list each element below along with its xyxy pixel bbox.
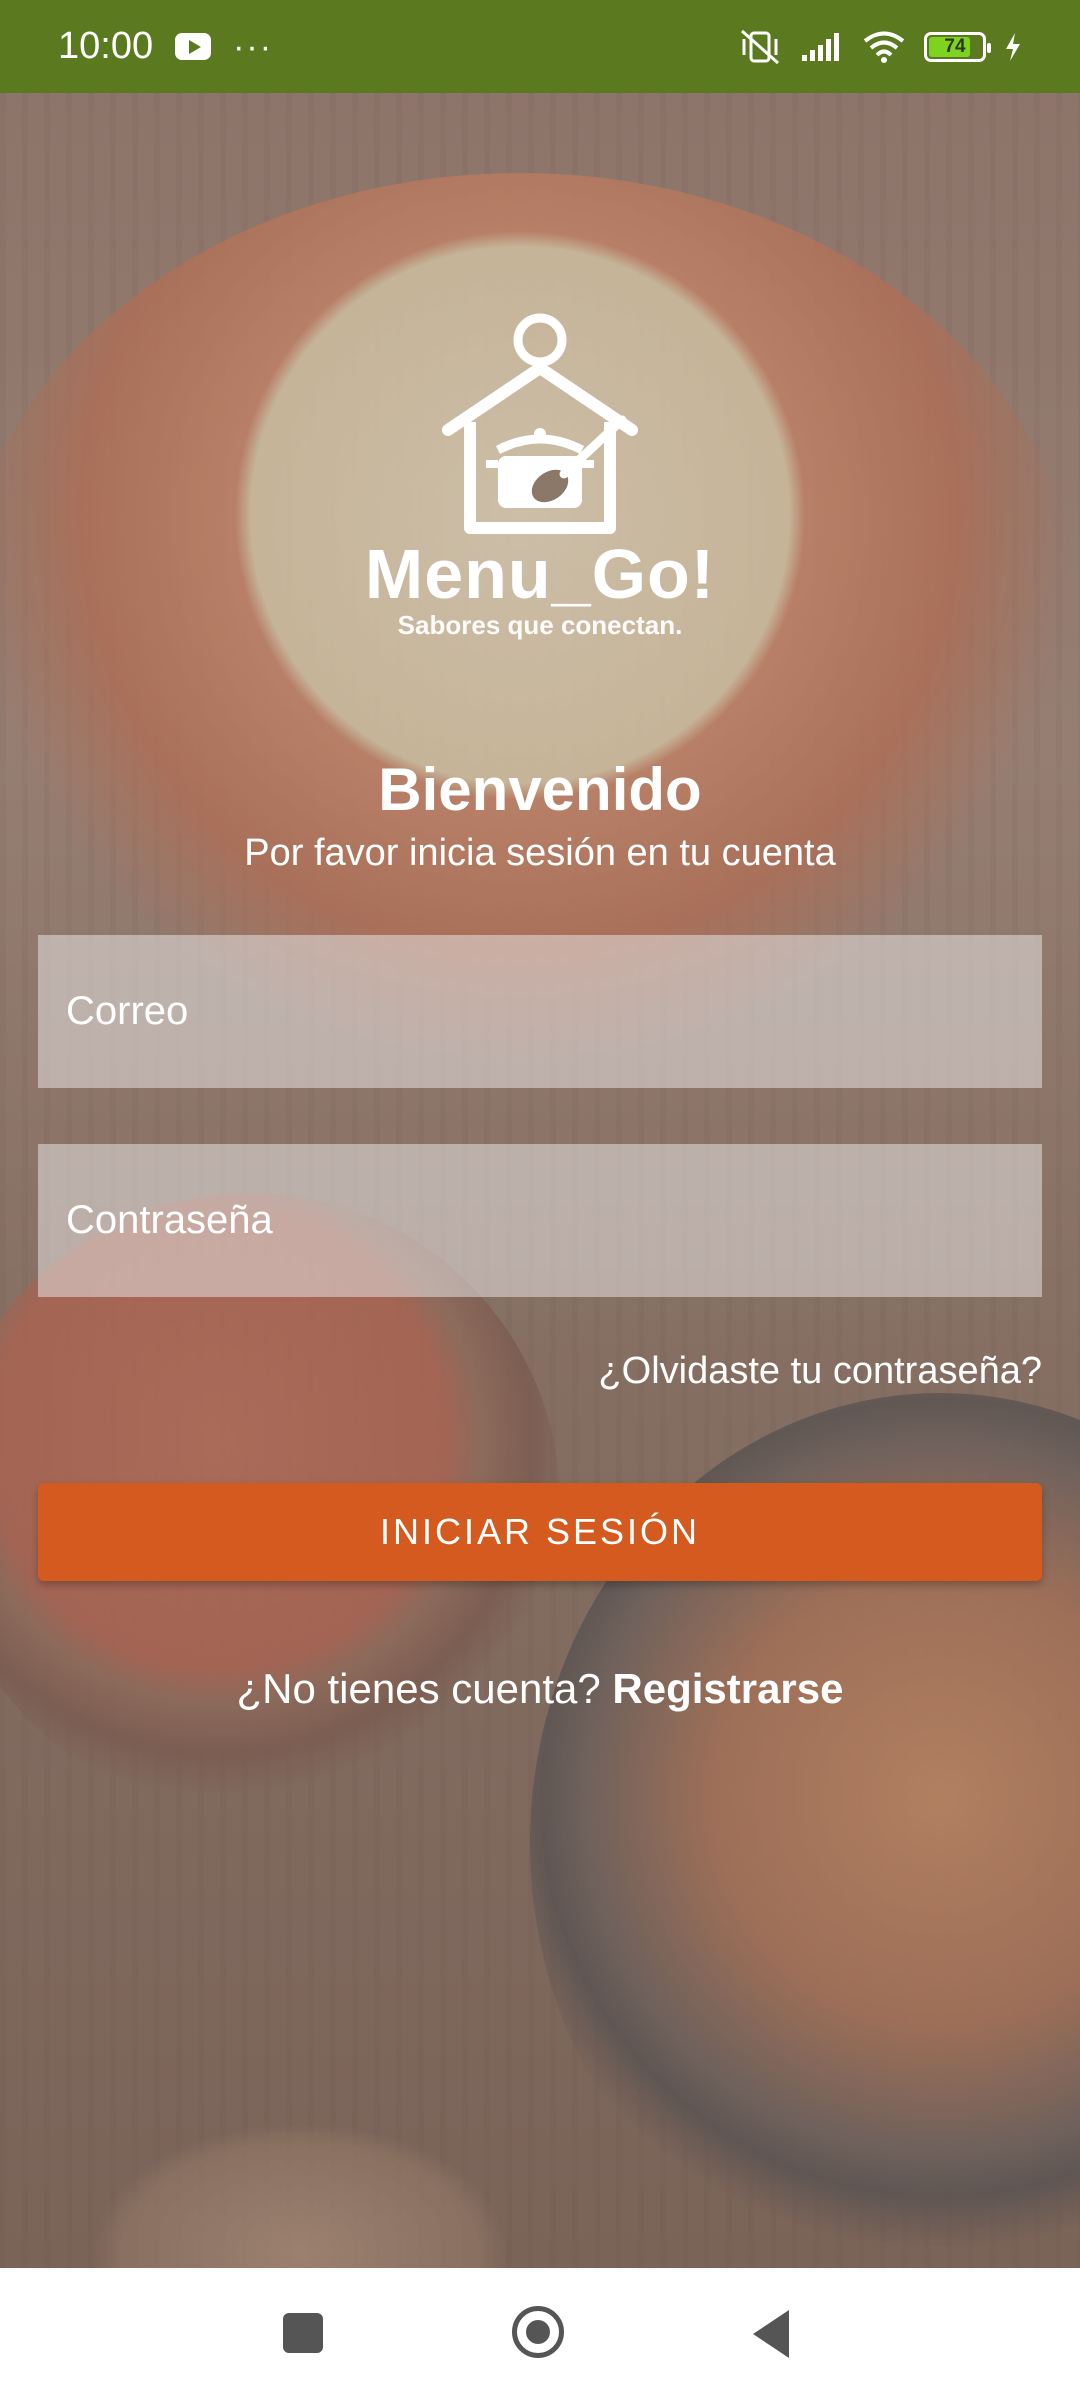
back-button[interactable]	[753, 2310, 789, 2358]
status-left: 10:00 ···	[58, 25, 273, 68]
password-field[interactable]	[38, 1144, 1042, 1297]
navigation-bar	[0, 2268, 1080, 2400]
forgot-password-link[interactable]: ¿Olvidaste tu contraseña?	[598, 1350, 1042, 1393]
register-link[interactable]: Registrarse	[612, 1665, 843, 1712]
status-right: 74	[738, 29, 1022, 65]
email-field[interactable]	[38, 935, 1042, 1088]
status-bar: 10:00 ··· 74	[0, 0, 1080, 93]
home-button[interactable]	[512, 2306, 564, 2358]
signal-icon	[802, 32, 839, 61]
register-row: ¿No tienes cuenta? Registrarse	[0, 1665, 1080, 1713]
welcome-title: Bienvenido	[378, 756, 702, 823]
recent-apps-button[interactable]	[283, 2313, 323, 2353]
login-button[interactable]: INICIAR SESIÓN	[38, 1483, 1042, 1581]
battery-level: 74	[944, 35, 966, 57]
welcome-subtitle: Por favor inicia sesión en tu cuenta	[244, 832, 836, 874]
vibrate-off-icon	[741, 29, 779, 64]
battery-icon: 74	[924, 31, 991, 62]
youtube-icon	[175, 33, 212, 60]
status-time: 10:00	[58, 25, 154, 67]
more-dots-icon: ···	[233, 27, 274, 66]
no-account-text: ¿No tienes cuenta?	[236, 1665, 601, 1712]
charging-icon	[1006, 32, 1020, 61]
logo-name: Menu_Go!	[364, 535, 716, 613]
logo-tagline: Sabores que conectan.	[397, 610, 683, 640]
wifi-icon	[863, 31, 905, 63]
house-pot-logo-icon	[442, 313, 638, 534]
logo: Menu_Go! Sabores que conectan.	[0, 300, 1080, 641]
email-input[interactable]	[66, 989, 1042, 1034]
password-input[interactable]	[66, 1198, 1042, 1243]
